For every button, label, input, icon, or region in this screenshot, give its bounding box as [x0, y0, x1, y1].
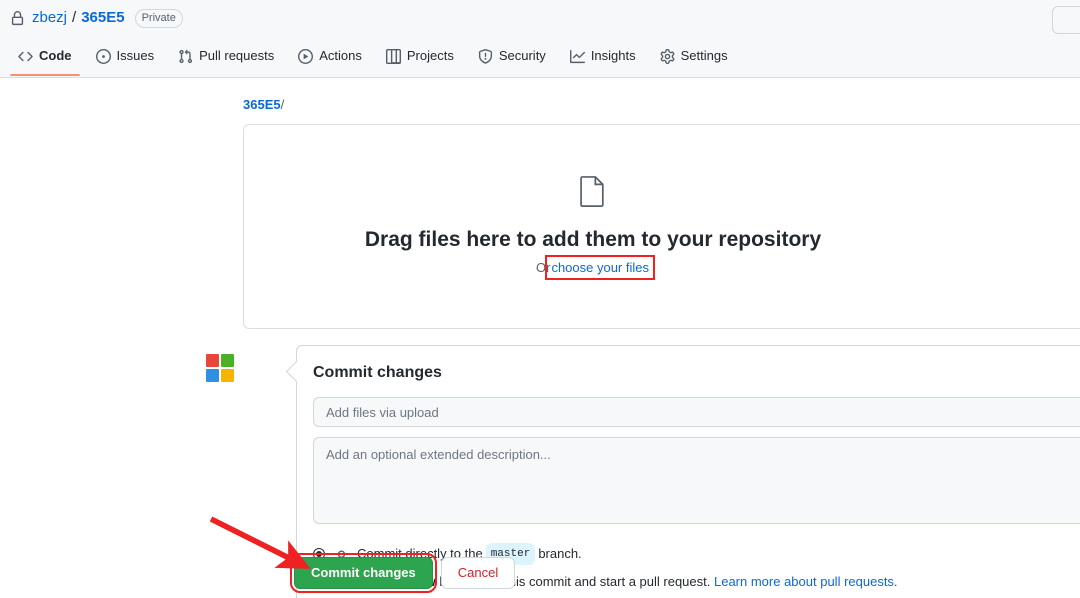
repo-header: zbezj / 365E5 Private Code Issues	[0, 0, 1080, 78]
repo-name-link[interactable]: 365E5	[81, 8, 124, 28]
avatar-quadrant-red	[206, 354, 219, 367]
avatar-quadrant-yellow	[221, 369, 234, 382]
tab-security-label: Security	[499, 46, 546, 66]
tab-settings-label: Settings	[681, 46, 728, 66]
header-action-button[interactable]	[1052, 6, 1080, 34]
commit-actions: Commit changes Cancel	[294, 557, 515, 589]
tab-issues-label: Issues	[117, 46, 155, 66]
tab-insights[interactable]: Insights	[562, 46, 644, 76]
tab-projects[interactable]: Projects	[378, 46, 462, 76]
commit-description-textarea[interactable]	[313, 437, 1080, 524]
tab-actions-label: Actions	[319, 46, 362, 66]
repo-separator: /	[72, 8, 76, 28]
shield-icon	[478, 49, 493, 64]
cancel-button[interactable]: Cancel	[441, 557, 515, 589]
repo-title: zbezj / 365E5 Private	[10, 8, 183, 28]
commit-summary-input[interactable]	[313, 397, 1080, 427]
github-upload-page: zbezj / 365E5 Private Code Issues	[0, 0, 1080, 598]
commit-changes-button[interactable]: Commit changes	[294, 557, 433, 589]
tab-security[interactable]: Security	[470, 46, 554, 76]
dropzone-inner: Drag files here to add them to your repo…	[365, 175, 821, 278]
play-icon	[298, 49, 313, 64]
tab-issues[interactable]: Issues	[88, 46, 163, 76]
upload-content: 365E5/ Drag files here to add them to yo…	[243, 96, 1080, 598]
table-icon	[386, 49, 401, 64]
avatar-quadrant-blue	[206, 369, 219, 382]
tab-insights-label: Insights	[591, 46, 636, 66]
repo-owner-link[interactable]: zbezj	[32, 8, 67, 28]
file-dropzone[interactable]: Drag files here to add them to your repo…	[243, 124, 1080, 329]
dropzone-or-text: Or	[536, 260, 550, 275]
tab-projects-label: Projects	[407, 46, 454, 66]
commit-directly-text-after: branch.	[538, 544, 581, 564]
lock-icon	[10, 11, 25, 26]
commit-changes-heading: Commit changes	[313, 362, 1080, 383]
file-icon	[365, 175, 821, 212]
visibility-badge: Private	[135, 9, 183, 28]
tab-code-label: Code	[39, 46, 72, 66]
breadcrumb-repo-link[interactable]: 365E5	[243, 97, 281, 112]
avatar-logo-grid	[206, 354, 234, 382]
new-branch-text-after: for this commit and start a pull request…	[486, 572, 710, 592]
gear-icon	[660, 49, 675, 64]
breadcrumb-separator: /	[281, 97, 285, 112]
breadcrumb: 365E5/	[243, 96, 1080, 113]
dropzone-title: Drag files here to add them to your repo…	[365, 226, 821, 254]
avatar	[206, 354, 238, 386]
repo-nav-tabs: Code Issues Pull requests Actions	[0, 46, 744, 78]
tab-actions[interactable]: Actions	[290, 46, 370, 76]
tab-code[interactable]: Code	[10, 46, 80, 76]
tab-settings[interactable]: Settings	[652, 46, 736, 76]
learn-more-pull-requests-link[interactable]: Learn more about pull requests.	[714, 572, 898, 592]
graph-icon	[570, 49, 585, 64]
tab-pull-requests[interactable]: Pull requests	[170, 46, 282, 76]
avatar-quadrant-green	[221, 354, 234, 367]
tab-pull-requests-label: Pull requests	[199, 46, 274, 66]
dropzone-subtitle: Orchoose your files	[365, 258, 821, 278]
git-pull-request-icon	[178, 49, 193, 64]
choose-your-files-link[interactable]: choose your files	[550, 260, 650, 275]
issue-icon	[96, 49, 111, 64]
code-icon	[18, 49, 33, 64]
